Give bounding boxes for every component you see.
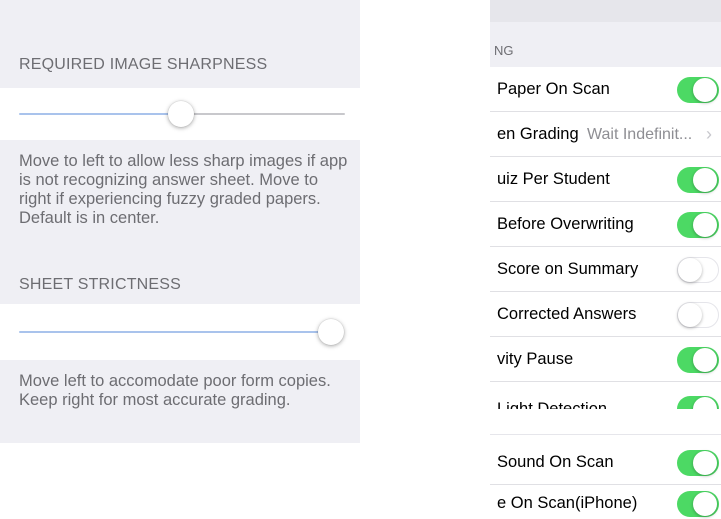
strictness-footer-bg: Move left to accomodate poor form copies…: [0, 360, 360, 443]
sharpness-slider-cell: [0, 88, 360, 140]
settings-row-activity-pause[interactable]: vity Pause: [490, 337, 721, 382]
quiz-per-student-toggle[interactable]: [677, 167, 719, 193]
settings-row-light-detection[interactable]: Light Detection: [490, 382, 721, 409]
strictness-section-header: SHEET STRICTNESS: [19, 276, 182, 293]
settings-row-paper-on-scan[interactable]: Paper On Scan: [490, 67, 721, 112]
row-label: Score on Summary: [497, 260, 639, 278]
row-label: Sound On Scan: [497, 453, 614, 471]
paper-on-scan-toggle[interactable]: [677, 77, 719, 103]
row-label: e On Scan(iPhone): [497, 494, 638, 512]
before-overwriting-toggle[interactable]: [677, 212, 719, 238]
sharpness-slider-thumb[interactable]: [168, 101, 194, 127]
sharpness-help-text: Move to left to allow less sharp images …: [19, 152, 348, 227]
settings-row-score-on-summary[interactable]: Score on Summary: [490, 247, 721, 292]
settings-row-grading-wait[interactable]: en Grading Wait Indefinit... ›: [490, 112, 721, 157]
settings-row-corrected-answers[interactable]: Corrected Answers: [490, 292, 721, 337]
row-label: Light Detection: [497, 400, 608, 409]
settings-row-sound-on-scan[interactable]: Sound On Scan: [490, 440, 721, 485]
sharpness-section-header-bg: REQUIRED IMAGE SHARPNESS: [0, 0, 360, 88]
vibrate-on-scan-toggle[interactable]: [677, 491, 719, 517]
sharpness-slider-fill: [19, 113, 181, 115]
activity-pause-toggle[interactable]: [677, 347, 719, 373]
grading-settings-list: NG Paper On Scan en Grading Wait Indefin…: [490, 0, 721, 519]
strictness-slider-fill: [19, 331, 331, 333]
settings-row-quiz-per-student[interactable]: uiz Per Student: [490, 157, 721, 202]
previous-row-sliver: [490, 0, 721, 22]
toggle-knob: [693, 78, 717, 102]
row-label: en Grading: [497, 125, 579, 143]
sound-on-scan-toggle[interactable]: [677, 450, 719, 476]
row-label: Paper On Scan: [497, 80, 610, 98]
grading-group-header: NG: [494, 43, 514, 58]
strictness-slider-cell: [0, 304, 360, 360]
row-label: vity Pause: [497, 350, 574, 368]
settings-row-before-overwriting[interactable]: Before Overwriting: [490, 202, 721, 247]
settings-row-vibrate-on-scan[interactable]: e On Scan(iPhone): [490, 485, 721, 519]
row-label: Corrected Answers: [497, 305, 637, 323]
row-value: Wait Indefinit...: [587, 126, 693, 143]
toggle-knob: [693, 348, 717, 372]
chevron-right-icon: ›: [706, 124, 712, 144]
strictness-help-text: Move left to accomodate poor form copies…: [19, 372, 331, 409]
image-settings-panel: REQUIRED IMAGE SHARPNESS Move to left to…: [0, 0, 360, 519]
toggle-knob: [678, 303, 702, 327]
light-detection-toggle[interactable]: [677, 396, 719, 409]
grading-group-header-bg: NG: [490, 0, 721, 67]
sharpness-footer-bg: Move to left to allow less sharp images …: [0, 140, 360, 304]
row-label: Before Overwriting: [497, 215, 634, 233]
row-separator: [490, 434, 721, 435]
toggle-knob: [693, 213, 717, 237]
toggle-knob: [693, 451, 717, 475]
sharpness-slider-track: [181, 113, 345, 115]
strictness-slider-thumb[interactable]: [318, 319, 344, 345]
toggle-knob: [693, 168, 717, 192]
row-label: uiz Per Student: [497, 170, 610, 188]
toggle-knob: [678, 258, 702, 282]
corrected-answers-toggle[interactable]: [677, 302, 719, 328]
score-on-summary-toggle[interactable]: [677, 257, 719, 283]
toggle-knob: [693, 397, 717, 409]
toggle-knob: [693, 492, 717, 516]
sharpness-section-header: REQUIRED IMAGE SHARPNESS: [19, 56, 268, 73]
